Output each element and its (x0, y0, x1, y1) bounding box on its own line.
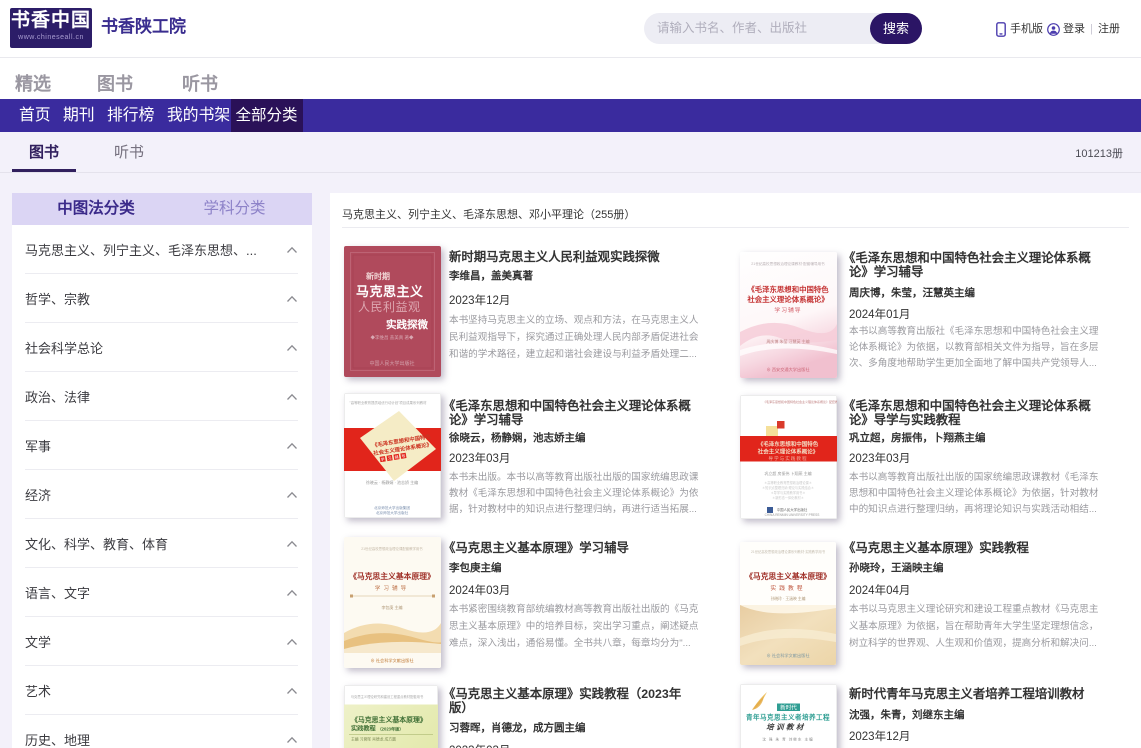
svg-text:《毛泽东思想和中国特色: 《毛泽东思想和中国特色 (747, 285, 829, 294)
svg-text:⊕ 社会科学文献出版社: ⊕ 社会科学文献出版社 (370, 657, 413, 664)
svg-text:21世纪高校思想政治理论课配套教学用书: 21世纪高校思想政治理论课配套教学用书 (361, 546, 423, 551)
svg-text:⊕ 社会科学文献出版社: ⊕ 社会科学文献出版社 (766, 652, 809, 659)
svg-text:马克思主义: 马克思主义 (356, 284, 424, 299)
svg-text:实践探微: 实践探微 (386, 318, 428, 331)
svg-text:21世纪高校思想政治理论课教材·配套辅导用书: 21世纪高校思想政治理论课教材·配套辅导用书 (751, 261, 825, 266)
svg-text:北京师范大学出版集团: 北京师范大学出版集团 (374, 505, 410, 510)
svg-text:北京师范大学出版社: 北京师范大学出版社 (376, 510, 409, 515)
svg-text:新时代: 新时代 (780, 704, 797, 712)
svg-text:◆李维昌 盖美真 著◆: ◆李维昌 盖美真 著◆ (371, 334, 414, 341)
svg-text:＊高等职业教育思想政治理论课＊: ＊高等职业教育思想政治理论课＊ (764, 480, 812, 485)
svg-text:中国人民大学出版社: 中国人民大学出版社 (369, 360, 414, 367)
svg-text:周庆博 朱莹 汪慧英 主编: 周庆博 朱莹 汪慧英 主编 (766, 338, 809, 344)
svg-text:《毛泽东思想和中国特色: 《毛泽东思想和中国特色 (758, 440, 819, 448)
svg-text:主编 习蓉晖 肖德龙 成方圆: 主编 习蓉晖 肖德龙 成方圆 (351, 737, 396, 742)
svg-text:新时期: 新时期 (366, 271, 390, 281)
svg-text:实践教程 （2023年版）: 实践教程 （2023年版） (351, 725, 404, 733)
svg-text:＊知识点整理归纳·理论与实践结合＊: ＊知识点整理归纳·理论与实践结合＊ (762, 485, 814, 490)
svg-text:CHINA RENMIN UNIVERSITY PRESS: CHINA RENMIN UNIVERSITY PRESS (765, 513, 820, 517)
svg-text:青年马克思主义者培养工程: 青年马克思主义者培养工程 (746, 713, 830, 722)
svg-text:导学与实践教程: 导学与实践教程 (768, 455, 807, 462)
svg-text:"高等职业教育提质培优行动计划"项目成果系列教材: "高等职业教育提质培优行动计划"项目成果系列教材 (350, 400, 428, 405)
svg-text:《马克思主义基本原理》: 《马克思主义基本原理》 (745, 571, 831, 581)
svg-text:巩立超 房振伟 卜翔燕 主编: 巩立超 房振伟 卜翔燕 主编 (764, 470, 811, 476)
svg-text:李包庚 主编: 李包庚 主编 (381, 604, 402, 610)
svg-text:社会主义理论体系概论》: 社会主义理论体系概论》 (746, 295, 828, 304)
svg-text:学习辅导: 学习辅导 (375, 584, 409, 592)
svg-text:中国人民大学出版社: 中国人民大学出版社 (777, 507, 808, 512)
svg-text:《马克思主义基本原理》: 《马克思主义基本原理》 (351, 715, 427, 724)
svg-text:⊕ 西安交通大学出版社: ⊕ 西安交通大学出版社 (766, 366, 809, 373)
svg-text:培训教材: 培训教材 (766, 723, 806, 732)
svg-text:沈 强 朱 青 刘继东 主编: 沈 强 朱 青 刘继东 主编 (762, 737, 813, 742)
svg-text:徐晓云 · 杨静娴 · 池志娇 主编: 徐晓云 · 杨静娴 · 池志娇 主编 (366, 479, 418, 485)
svg-text:＊导学与实践教学用书＊: ＊导学与实践教学用书＊ (770, 490, 805, 495)
svg-text:社会主义理论体系概论》: 社会主义理论体系概论》 (757, 448, 819, 456)
svg-text:孙晓玲 · 王涵映 主编: 孙晓玲 · 王涵映 主编 (771, 596, 806, 601)
svg-text:21世纪高校思想政治理论课系列教材·实践教学用书: 21世纪高校思想政治理论课系列教材·实践教学用书 (751, 549, 826, 554)
svg-text:《马克思主义基本原理》: 《马克思主义基本原理》 (349, 571, 435, 581)
svg-text:实践教程: 实践教程 (770, 584, 805, 592)
svg-text:＊新形态一体化教材＊: ＊新形态一体化教材＊ (772, 495, 804, 500)
svg-text:人民利益观: 人民利益观 (358, 300, 421, 314)
svg-text:《毛泽东思想和中国特色社会主义理论体系概论》配套教材: 《毛泽东思想和中国特色社会主义理论体系概论》配套教材 (763, 399, 837, 404)
svg-text:学习辅导: 学习辅导 (774, 306, 801, 314)
svg-text:马克思主义理论研究和建设工程重点教材配套用书: 马克思主义理论研究和建设工程重点教材配套用书 (351, 694, 424, 699)
